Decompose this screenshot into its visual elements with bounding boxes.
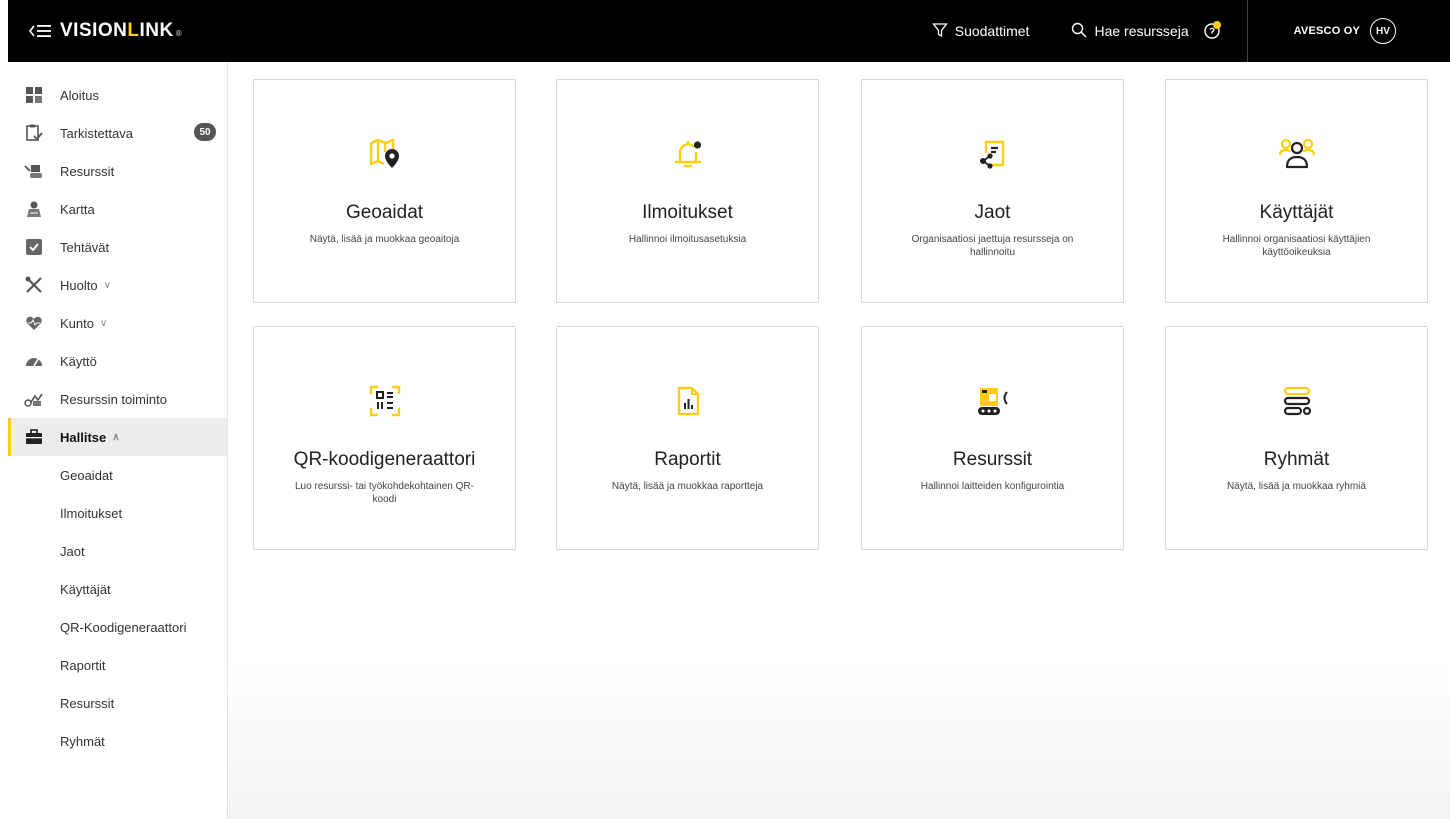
top-bar-divider xyxy=(1246,0,1248,62)
search-resources-label: Hae resursseja xyxy=(1094,23,1189,39)
search-icon xyxy=(1071,22,1087,41)
map-pin-icon xyxy=(254,136,515,172)
organization-name: AVESCO OY xyxy=(1293,25,1360,37)
brand-group: VISION L INK ® xyxy=(20,0,230,62)
visionlink-logo[interactable]: VISION L INK ® xyxy=(60,20,182,42)
card-title: Ilmoitukset xyxy=(642,202,733,223)
chevron-up-icon: ∧ xyxy=(112,431,120,443)
sidebar-item-label: Aloitus xyxy=(60,87,100,103)
sidebar-item-label: Hallitse xyxy=(60,429,107,445)
filters-button[interactable]: Suodattimet xyxy=(931,22,1030,41)
users-icon xyxy=(1166,136,1427,172)
report-icon xyxy=(557,383,818,419)
sidebar-subitem-ilmoitukset[interactable]: Ilmoitukset xyxy=(8,494,227,532)
user-avatar[interactable]: HV xyxy=(1370,18,1396,44)
card-title: Jaot xyxy=(974,202,1011,223)
sidebar-subitem-jaot[interactable]: Jaot xyxy=(8,532,227,570)
gauge-icon xyxy=(24,351,44,371)
card-description: Näytä, lisää ja muokkaa raportteja xyxy=(611,481,764,492)
card-description: Organisaatiosi jaettuja resursseja on ha… xyxy=(911,234,1074,258)
sidebar-subitem-geoaidat[interactable]: Geoaidat xyxy=(8,456,227,494)
top-bar: VISION L INK ® Suodattimet Hae resursseja A… xyxy=(8,0,1450,62)
sidebar-item-label: Resurssin toiminto xyxy=(60,391,167,407)
sidebar-item-resurssin-toiminto[interactable]: Resurssin toiminto xyxy=(8,380,227,418)
card-resurssit[interactable]: Resurssit Hallinnoi laitteiden konfiguro… xyxy=(861,326,1124,550)
card-title: Geoaidat xyxy=(345,202,424,223)
sidebar-item-tarkistettava[interactable]: Tarkistettava 50 xyxy=(8,114,227,152)
tools-icon xyxy=(24,275,44,295)
card-raportit[interactable]: Raportit Näytä, lisää ja muokkaa raportt… xyxy=(556,326,819,550)
share-document-icon xyxy=(862,136,1123,172)
briefcase-icon xyxy=(24,427,44,447)
logo-trademark: ® xyxy=(175,29,183,38)
account-menu[interactable]: AVESCO OY HV xyxy=(1294,18,1396,44)
help-notification-icon xyxy=(1203,20,1223,43)
card-title: Käyttäjät xyxy=(1259,202,1334,223)
sidebar-subitem-kayttajat[interactable]: Käyttäjät xyxy=(8,570,227,608)
logo-text-vision: VISION xyxy=(60,20,128,41)
logo-text-l: L xyxy=(127,20,140,41)
clipboard-check-icon xyxy=(24,123,44,143)
machine-icon xyxy=(24,161,44,181)
sidebar-item-kunto[interactable]: Kunto ∨ xyxy=(8,304,227,342)
card-kayttajat[interactable]: Käyttäjät Hallinnoi organisaatiosi käytt… xyxy=(1165,79,1428,303)
sidebar-item-label: Kunto xyxy=(60,315,94,331)
card-title: QR-koodigeneraattori xyxy=(293,449,476,470)
pending-count-badge: 50 xyxy=(194,123,216,141)
card-description: Näytä, lisää ja muokkaa geoaitoja xyxy=(309,234,460,245)
top-bar-actions: Suodattimet Hae resursseja AVESCO OY HV xyxy=(931,0,1450,62)
groups-icon xyxy=(1166,383,1427,419)
card-description: Hallinnoi organisaatiosi käyttäjien käyt… xyxy=(1222,234,1371,258)
card-geoaidat[interactable]: Geoaidat Näytä, lisää ja muokkaa geoaito… xyxy=(253,79,516,303)
card-ilmoitukset[interactable]: Ilmoitukset Hallinnoi ilmoitusasetuksia xyxy=(556,79,819,303)
sidebar-item-kaytto[interactable]: Käyttö xyxy=(8,342,227,380)
sidebar-item-label: Resurssit xyxy=(60,163,115,179)
sidebar-item-resurssit[interactable]: Resurssit xyxy=(8,152,227,190)
card-description: Hallinnoi laitteiden konfigurointia xyxy=(920,481,1065,492)
sidebar-item-huolto[interactable]: Huolto ∨ xyxy=(8,266,227,304)
chevron-down-icon: ∨ xyxy=(103,279,111,291)
activity-icon xyxy=(24,389,44,409)
bell-icon xyxy=(557,136,818,172)
filter-icon xyxy=(931,22,948,41)
sidebar-subitem-qr-koodigeneraattori[interactable]: QR-Koodigeneraattori xyxy=(8,608,227,646)
tasks-icon xyxy=(24,237,44,257)
qr-code-icon xyxy=(254,383,515,419)
sidebar-subitem-ryhmat[interactable]: Ryhmät xyxy=(8,722,227,760)
card-ryhmat[interactable]: Ryhmät Näytä, lisää ja muokkaa ryhmiä xyxy=(1165,326,1428,550)
sidebar-item-aloitus[interactable]: Aloitus xyxy=(8,76,227,114)
card-title: Ryhmät xyxy=(1263,449,1330,470)
logo-text-ink: INK xyxy=(139,20,174,41)
sidebar-subitem-resurssit[interactable]: Resurssit xyxy=(8,684,227,722)
chevron-down-icon: ∨ xyxy=(99,317,108,329)
card-title: Resurssit xyxy=(952,449,1033,470)
card-jaot[interactable]: Jaot Organisaatiosi jaettuja resursseja … xyxy=(861,79,1124,303)
card-title: Raportit xyxy=(654,449,721,470)
device-config-icon xyxy=(862,383,1123,419)
sidebar-item-tehtavat[interactable]: Tehtävät xyxy=(8,228,227,266)
map-icon xyxy=(24,199,44,219)
card-description: Hallinnoi ilmoitusasetuksia xyxy=(628,234,747,245)
sidebar-item-label: Käyttö xyxy=(60,353,97,369)
sidebar-item-label: Kartta xyxy=(60,201,95,217)
sidebar-subitem-raportit[interactable]: Raportit xyxy=(8,646,227,684)
menu-collapse-icon[interactable] xyxy=(20,0,60,62)
card-qr-koodigeneraattori[interactable]: QR-koodigeneraattori Luo resurssi- tai t… xyxy=(253,326,516,550)
filters-label: Suodattimet xyxy=(954,23,1030,39)
heart-icon xyxy=(24,313,44,333)
sidebar-item-label: Tarkistettava xyxy=(60,125,133,141)
sidebar-item-label: Tehtävät xyxy=(60,239,110,255)
search-resources-button[interactable]: Hae resursseja xyxy=(1071,22,1189,41)
sidebar-item-label: Huolto xyxy=(60,277,98,293)
card-description: Luo resurssi- tai työkohdekohtainen QR-k… xyxy=(295,481,474,505)
card-description: Näytä, lisää ja muokkaa ryhmiä xyxy=(1227,481,1366,492)
window-edge xyxy=(0,0,8,819)
sidebar-item-kartta[interactable]: Kartta xyxy=(8,190,227,228)
grid-icon xyxy=(24,85,44,105)
help-button[interactable] xyxy=(1203,20,1223,43)
sidebar: Aloitus Tarkistettava 50 Resurssit Kartt… xyxy=(8,62,228,819)
sidebar-item-hallitse[interactable]: Hallitse ∧ xyxy=(8,418,227,456)
